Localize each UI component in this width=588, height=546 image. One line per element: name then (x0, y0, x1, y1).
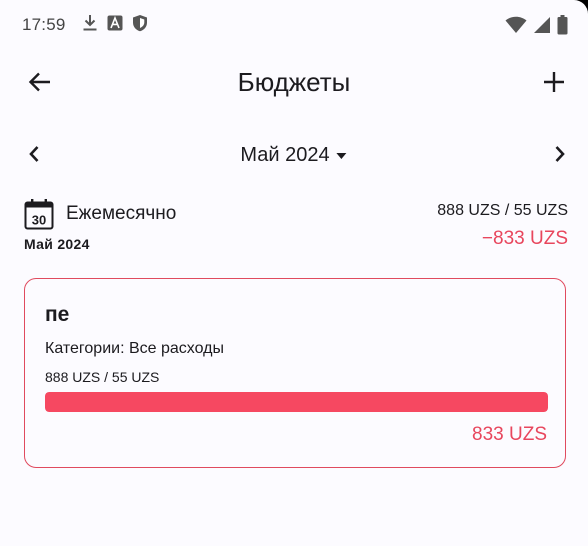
status-bar: 17:59 (0, 0, 588, 50)
summary-remaining: −833 UZS (481, 228, 568, 249)
plus-icon (543, 71, 565, 98)
text-a-icon (107, 15, 123, 31)
budget-summary: 30 Ежемесячно Май 2024 888 UZS / 55 UZS … (0, 196, 588, 260)
download-icon (82, 14, 98, 32)
budget-amounts: 888 UZS / 55 UZS (45, 369, 160, 385)
caret-down-icon (336, 147, 348, 165)
status-icons-left (82, 14, 148, 32)
period-label: Ежемесячно (66, 203, 177, 224)
status-icons-right (505, 15, 568, 35)
budget-card[interactable]: пе Категории: Все расходы 888 UZS / 55 U… (24, 278, 566, 468)
summary-amounts: 888 UZS / 55 UZS (437, 202, 568, 219)
budget-progress-bar (45, 392, 548, 412)
budgets-screen: 17:59 Бюджеты Май 2024 30 Ежемесячно Май… (0, 0, 588, 546)
page-title: Бюджеты (237, 67, 351, 97)
status-time: 17:59 (22, 15, 66, 34)
budget-categories: Категории: Все расходы (45, 340, 224, 357)
period-date: Май 2024 (24, 236, 90, 252)
calendar-day: 30 (32, 213, 46, 228)
wifi-icon (505, 16, 527, 34)
budget-progress-fill (45, 392, 548, 412)
month-label: Май 2024 (240, 144, 330, 166)
next-month-button[interactable] (544, 140, 576, 172)
signal-icon (533, 16, 551, 34)
battery-icon (557, 15, 568, 35)
month-dropdown[interactable]: Май 2024 (240, 144, 347, 167)
chevron-right-icon (554, 145, 566, 168)
calendar-icon: 30 (24, 198, 54, 230)
budget-name: пе (45, 303, 70, 326)
shield-icon (132, 14, 148, 32)
budget-remaining: 833 UZS (472, 424, 547, 445)
previous-month-button[interactable] (18, 140, 50, 172)
add-budget-button[interactable] (534, 64, 574, 104)
chevron-left-icon (28, 145, 40, 168)
month-selector: Май 2024 (0, 138, 588, 176)
top-app-bar: Бюджеты (0, 52, 588, 116)
